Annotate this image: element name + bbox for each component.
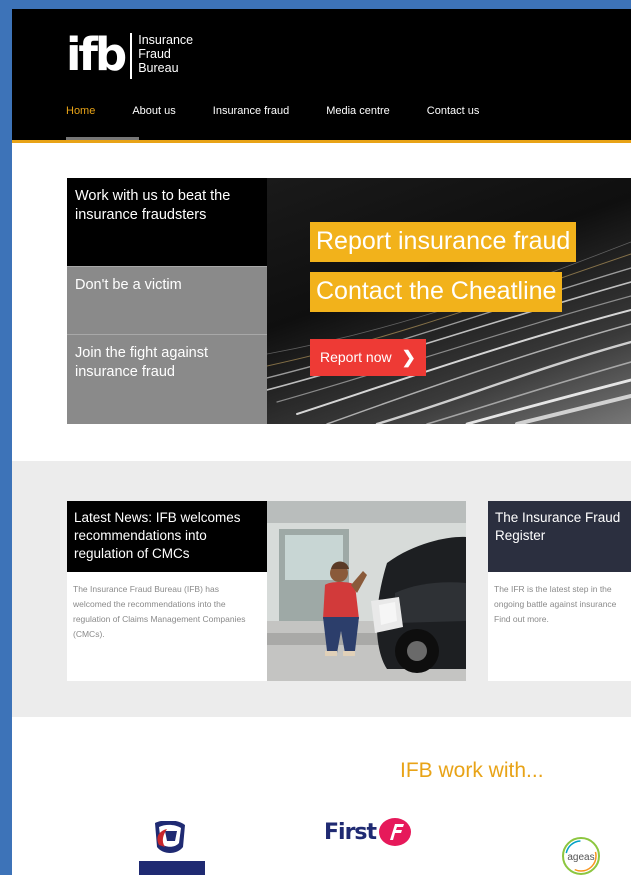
nav-about-us[interactable]: About us: [132, 105, 175, 117]
chevron-right-icon: ❯: [401, 348, 416, 367]
ifb-logo[interactable]: ifb Insurance Fraud Bureau: [66, 31, 193, 79]
partner-logo-ageas[interactable]: ageas: [559, 836, 607, 875]
side-link-work-with-us[interactable]: Work with us to beat the insurance fraud…: [67, 178, 267, 266]
report-now-label: Report now: [320, 349, 392, 365]
partner-logo-crest[interactable]: [137, 820, 207, 875]
partners-heading: IFB work with...: [400, 759, 544, 782]
ifr-card-title[interactable]: The Insurance Fraud Register: [488, 501, 631, 572]
news-card-summary: The Insurance Fraud Bureau (IFB) has wel…: [73, 584, 246, 639]
report-fraud-headline: Report insurance fraud: [310, 222, 577, 262]
crash-photo-graphic: [267, 501, 466, 681]
news-photo-car-accident: [267, 501, 466, 681]
web-page: ifb Insurance Fraud Bureau Home About us…: [12, 9, 631, 875]
nav-media-centre[interactable]: Media centre: [326, 105, 390, 117]
header-accent-stripe: [12, 140, 631, 143]
ifr-title-line-2: Register: [495, 528, 546, 543]
crest-logo-icon: [139, 820, 205, 875]
nav-home[interactable]: Home: [66, 105, 95, 117]
site-header: ifb Insurance Fraud Bureau Home About us…: [12, 9, 631, 140]
nav-contact-us[interactable]: Contact us: [427, 105, 480, 117]
ifr-title-line-1: The Insurance Fraud: [495, 510, 621, 525]
logo-word-2: Fraud: [138, 47, 171, 61]
news-card-ifr[interactable]: The Insurance Fraud Register The IFR is …: [488, 501, 631, 681]
hero-banner: Report insurance fraud Contact the Cheat…: [267, 178, 631, 424]
partner-logo-first[interactable]: First: [324, 817, 412, 847]
report-now-button[interactable]: Report now ❯: [310, 339, 426, 376]
logo-word-1: Insurance: [138, 33, 194, 47]
logo-words: Insurance Fraud Bureau: [138, 31, 193, 75]
ifr-card-summary: The IFR is the latest step in the ongoin…: [494, 582, 631, 627]
ageas-ring-icon: ageas: [562, 837, 600, 875]
nav-insurance-fraud[interactable]: Insurance fraud: [213, 105, 289, 117]
ifr-text-line-3[interactable]: Find out more.: [494, 612, 631, 627]
ifr-text-line-2: ongoing battle against insurance: [494, 599, 617, 609]
logo-divider: [130, 33, 133, 79]
side-link-dont-be-victim[interactable]: Don't be a victim: [67, 266, 267, 334]
first-f-icon: [379, 818, 412, 846]
ageas-logo-text: ageas: [567, 852, 594, 863]
news-card-cmc[interactable]: Latest News: IFB welcomes recommendation…: [67, 501, 466, 681]
news-card-title[interactable]: Latest News: IFB welcomes recommendation…: [67, 501, 267, 572]
main-nav: Home About us Insurance fraud Media cent…: [66, 105, 516, 117]
ifr-text-line-1: The IFR is the latest step in the: [494, 584, 612, 594]
first-logo-text: First: [324, 819, 377, 845]
hero-side-menu: Work with us to beat the insurance fraud…: [67, 178, 267, 424]
logo-word-3: Bureau: [138, 61, 179, 75]
news-section: Latest News: IFB welcomes recommendation…: [12, 461, 631, 717]
logo-mark: ifb: [66, 28, 127, 81]
side-link-join-fight[interactable]: Join the fight against insurance fraud: [67, 334, 267, 424]
contact-cheatline-headline: Contact the Cheatline: [310, 272, 563, 312]
